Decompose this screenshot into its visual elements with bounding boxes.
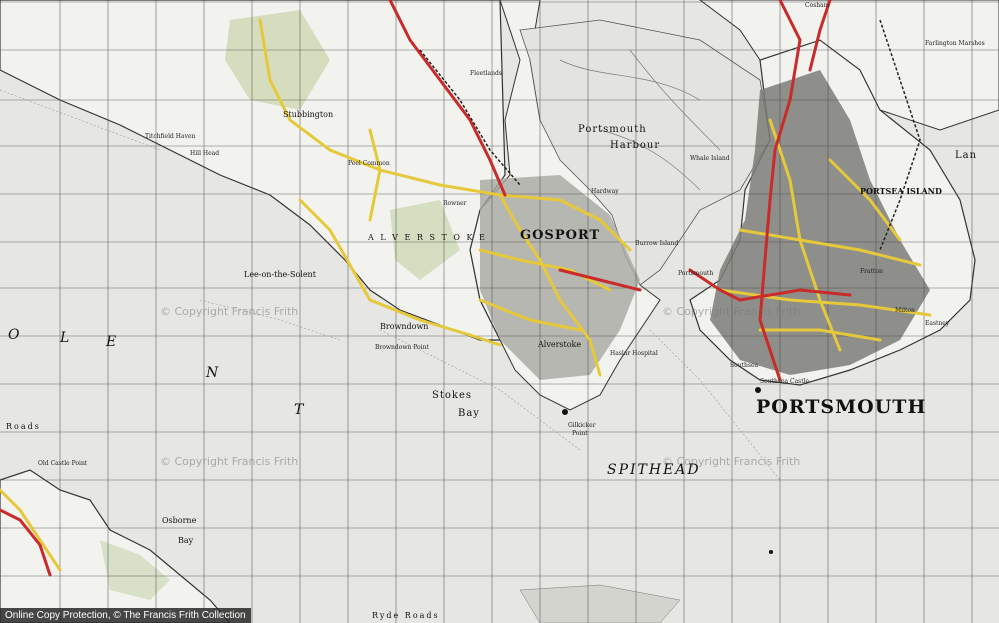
place-label-lee-on-the-solent: Lee-on-the-Solent bbox=[244, 270, 316, 279]
place-label-portsmouth-point: Portsmouth bbox=[678, 270, 714, 277]
place-label-portsmouth-harbour: Portsmouth bbox=[578, 124, 647, 135]
place-label-southsea: Southsea bbox=[730, 362, 759, 369]
place-label-rowner: Rowner bbox=[443, 200, 467, 207]
place-label-eastney: Eastney bbox=[925, 320, 950, 327]
place-label-hardway: Hardway bbox=[591, 188, 619, 195]
place-label-alverstoke-region: A L V E R S T O K E bbox=[368, 233, 487, 242]
place-label-ryde-roads: Ryde Roads bbox=[372, 611, 440, 620]
place-label-peel-common: Peel Common bbox=[348, 160, 390, 167]
spithead-fort-marker bbox=[769, 550, 773, 554]
place-label-southsea-castle: Southsea Castle bbox=[760, 378, 810, 385]
place-label-farlington-marshes: Farlington Marshes bbox=[925, 40, 985, 47]
place-label-titchfield-haven: Titchfield Haven bbox=[145, 133, 196, 140]
place-label-hill-head: Hill Head bbox=[190, 150, 220, 157]
place-label-whale-island: Whale Island bbox=[690, 155, 730, 162]
southsea-castle-marker bbox=[755, 387, 761, 393]
place-label-stokes: Stokes bbox=[432, 390, 472, 401]
watermark: © Copyright Francis Frith bbox=[160, 455, 299, 468]
place-label-browndown-point: Browndown Point bbox=[375, 344, 429, 351]
place-label-langstone: Lan bbox=[955, 150, 978, 161]
place-label-bay: Bay bbox=[458, 408, 480, 419]
place-label-gilkicker-point: Point bbox=[572, 430, 588, 437]
map-graphics bbox=[0, 0, 999, 623]
place-label-browndown: Browndown bbox=[380, 322, 429, 331]
place-label-haslar-hospital: Haslar Hospital bbox=[610, 350, 658, 357]
place-label-spithead: SPITHEAD bbox=[607, 462, 701, 478]
place-label-alverstoke: Alverstoke bbox=[538, 340, 582, 349]
place-label-milton: Milton bbox=[895, 307, 915, 314]
watermark: © Copyright Francis Frith bbox=[160, 305, 299, 318]
place-label-harbour: Harbour bbox=[610, 140, 661, 151]
place-label-burrow-island: Burrow Island bbox=[635, 240, 679, 247]
place-label-roads: Roads bbox=[6, 422, 41, 431]
place-label-portsea-island: PORTSEA ISLAND bbox=[860, 186, 942, 196]
place-label-fratton: Fratton bbox=[860, 268, 883, 275]
solent-letter: L bbox=[60, 330, 72, 346]
solent-letter: N bbox=[206, 365, 221, 381]
place-label-stubbington: Stubbington bbox=[283, 110, 334, 119]
place-label-gilkicker: Gilkicker bbox=[568, 422, 596, 429]
place-label-fleetlands: Fleetlands bbox=[470, 70, 502, 77]
copyright-notice: Online Copy Protection, © The Francis Fr… bbox=[0, 608, 251, 623]
place-label-portsmouth: PORTSMOUTH bbox=[756, 396, 927, 418]
watermark: © Copyright Francis Frith bbox=[662, 305, 801, 318]
solent-letter: E bbox=[106, 334, 119, 350]
place-label-cosham: Cosham bbox=[805, 2, 830, 9]
place-label-old-castle-point: Old Castle Point bbox=[38, 460, 88, 467]
solent-letter: T bbox=[294, 402, 306, 418]
ordnance-survey-map[interactable]: © Copyright Francis Frith © Copyright Fr… bbox=[0, 0, 999, 623]
solent-letter: O bbox=[8, 327, 22, 343]
gilkicker-fort-marker bbox=[562, 409, 568, 415]
place-label-osborne: Osborne bbox=[162, 516, 197, 525]
place-label-gosport: GOSPORT bbox=[520, 228, 601, 243]
place-label-osborne-bay: Bay bbox=[178, 536, 194, 545]
